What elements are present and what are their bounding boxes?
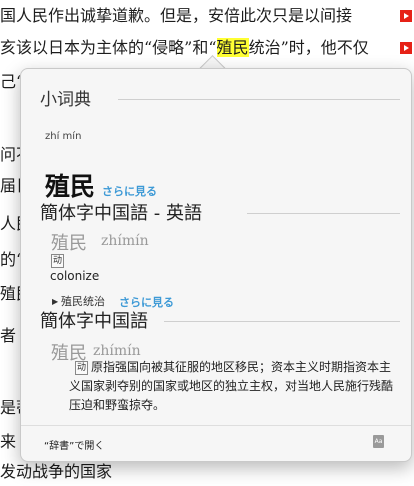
video-play-icon[interactable] bbox=[400, 42, 412, 54]
article-text: 统治”时，他不仅 bbox=[248, 38, 369, 57]
headword: 殖民 bbox=[45, 172, 96, 201]
entry-pinyin: zhímín bbox=[93, 343, 141, 359]
open-in-dictionary-link[interactable]: “辞書”で開く bbox=[44, 437, 104, 452]
article-line: 来 bbox=[0, 432, 17, 451]
entry-word: 殖民 bbox=[51, 233, 87, 254]
dictionary-app-icon[interactable]: Aa bbox=[373, 435, 384, 448]
article-line: 发动战争的国家 bbox=[0, 462, 113, 481]
article-line-highlighted: 亥该以日本为主体的“侵略”和“殖民统治”时，他不仅 bbox=[0, 38, 369, 58]
section-divider bbox=[247, 213, 400, 214]
video-play-icon[interactable] bbox=[400, 10, 412, 22]
disclosure-triangle-icon[interactable]: ▶ bbox=[52, 297, 58, 306]
footer-divider bbox=[21, 425, 411, 426]
article-line: 者 bbox=[0, 326, 17, 345]
entry-pinyin: zhímín bbox=[101, 233, 149, 249]
section-title-cn: 簡体字中国語 bbox=[40, 311, 148, 332]
headword-pinyin: zhí mín bbox=[45, 131, 82, 142]
chinese-definition: 原指强国向被其征服的地区移民；资本主义时期指资本主义国家剥夺别的国家或地区的独立… bbox=[69, 360, 394, 412]
dictionary-popover: 小词典 zhí mín 殖民 さらに見る 簡体字中国語 - 英語 殖民 zhím… bbox=[20, 68, 412, 462]
section-divider bbox=[164, 321, 400, 322]
part-of-speech-badge: 动 bbox=[51, 254, 64, 268]
see-more-link[interactable]: さらに見る bbox=[102, 183, 157, 199]
english-definition: colonize bbox=[50, 269, 100, 283]
title-divider bbox=[118, 99, 400, 100]
section-title-cn-en: 簡体字中国語 - 英語 bbox=[40, 203, 202, 224]
article-line: 国人民作出诚挚道歉。但是，安倍此次只是以间接 bbox=[0, 6, 353, 25]
selected-word-highlight[interactable]: 殖民 bbox=[216, 38, 249, 57]
dictionary-title: 小词典 bbox=[40, 90, 91, 110]
article-text: 亥该以日本为主体的“侵略”和“ bbox=[0, 38, 217, 57]
